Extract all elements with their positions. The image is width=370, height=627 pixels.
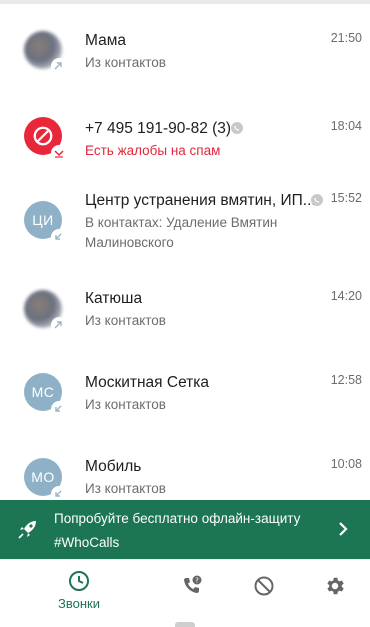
contact-name: Центр устранения вмятин, ИП... bbox=[85, 192, 316, 209]
chevron-right-icon[interactable] bbox=[336, 520, 350, 538]
contact-subtitle: Из контактов bbox=[85, 481, 166, 496]
call-row[interactable]: ЦИ Центр устранения вмятин, ИП... В конт… bbox=[0, 176, 370, 266]
incoming-call-icon bbox=[51, 401, 67, 417]
call-time: 12:58 bbox=[330, 373, 362, 387]
incoming-call-icon bbox=[51, 229, 67, 245]
home-indicator bbox=[175, 622, 195, 627]
clock-icon bbox=[69, 571, 89, 591]
bottom-navigation: Звонки ? bbox=[0, 559, 370, 627]
tab-blocked[interactable] bbox=[234, 560, 294, 627]
call-time: 21:50 bbox=[330, 31, 362, 45]
viber-icon bbox=[311, 194, 323, 206]
phone-question-icon: ? bbox=[184, 575, 202, 593]
spam-warning: Есть жалобы на спам bbox=[85, 143, 221, 158]
outgoing-call-icon bbox=[51, 317, 67, 333]
block-icon bbox=[33, 126, 53, 146]
call-time: 14:20 bbox=[330, 289, 362, 303]
tab-settings[interactable] bbox=[305, 560, 365, 627]
promo-title: Попробуйте бесплатно офлайн-защиту bbox=[54, 511, 301, 526]
promo-hashtag: #WhoCalls bbox=[54, 535, 120, 550]
call-time: 15:52 bbox=[330, 191, 362, 205]
svg-text:?: ? bbox=[195, 577, 199, 585]
rocket-icon bbox=[18, 521, 36, 539]
contact-name: Катюша bbox=[85, 290, 143, 307]
promo-banner[interactable]: Попробуйте бесплатно офлайн-защиту #WhoC… bbox=[0, 500, 370, 559]
gear-icon bbox=[327, 577, 344, 595]
call-time: 18:04 bbox=[330, 119, 362, 133]
contact-name: Москитная Сетка bbox=[85, 374, 210, 391]
call-row[interactable]: МС Москитная Сетка Из контактов 12:58 bbox=[0, 350, 370, 434]
contact-subtitle: Из контактов bbox=[85, 55, 166, 70]
contact-subtitle: Из контактов bbox=[85, 313, 166, 328]
call-row[interactable]: Катюша Из контактов 14:20 bbox=[0, 266, 370, 350]
call-time: 10:08 bbox=[330, 457, 362, 471]
tab-calls-label: Звонки bbox=[58, 596, 100, 611]
contact-name: Мама bbox=[85, 32, 126, 49]
call-row[interactable]: +7 495 191-90-82 (3) Есть жалобы на спам… bbox=[0, 88, 370, 172]
tab-unknown-numbers[interactable]: ? bbox=[162, 560, 222, 627]
contact-name: Мобиль bbox=[85, 458, 142, 475]
outgoing-call-icon bbox=[51, 58, 67, 74]
contact-subtitle: В контактах: Удаление Вмятин Малиновског… bbox=[85, 215, 278, 250]
missed-call-icon bbox=[51, 145, 67, 161]
contact-subtitle: Из контактов bbox=[85, 397, 166, 412]
viber-icon bbox=[231, 122, 243, 134]
contact-name: +7 495 191-90-82 (3) bbox=[85, 120, 232, 137]
block-icon bbox=[254, 576, 274, 596]
call-row[interactable]: Мама Из контактов 21:50 bbox=[0, 4, 370, 88]
tab-calls[interactable]: Звонки bbox=[49, 560, 109, 627]
